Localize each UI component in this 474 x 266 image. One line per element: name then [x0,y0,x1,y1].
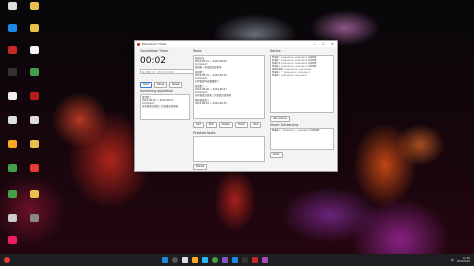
weather-icon [4,257,10,263]
tasks-list[interactable]: 會議記法 2024-08-01 ～ 2024-08-05 Comment： 會議… [193,55,265,119]
search-icon[interactable] [172,257,178,263]
desktop-icon[interactable] [24,68,44,77]
upcoming-list[interactable]: 會議第三 2024-08-20 ～ 2024-08-27 Comment： 每天… [140,94,190,120]
advice-line: 會議第三 2024-08-20～2024-08-27 [272,75,308,77]
get-advice-button[interactable]: Get Advice [270,116,290,122]
time-input[interactable]: 輸入時間（如：25m 或 1h30m） [140,69,194,74]
desktop-icon[interactable] [24,24,44,33]
start-button[interactable]: Start [140,82,153,88]
desktop-icon[interactable] [2,190,22,199]
finished-list[interactable] [193,136,265,162]
advice-pane: Advice 會議第三 2024-08-20～2024-08-27 完成時間 會… [270,49,334,158]
task-buttons: Add Edit Delete Finish Vibe [193,122,267,128]
task-view-icon[interactable] [182,257,188,263]
finish-task-button[interactable]: Finish [234,122,248,128]
edit-task-button[interactable]: Edit [205,122,217,128]
maximize-button[interactable]: ☐ [319,42,328,46]
countdown-buttons: Start Pause Reset [140,82,196,88]
language-indicator[interactable]: 中 [451,258,454,262]
add-task-button[interactable]: Add [193,122,204,128]
desktop-icon[interactable] [2,164,22,173]
edge-icon[interactable] [202,257,208,263]
taskbar-apps [160,257,270,263]
tasks-pane: Tasks 會議記法 2024-08-01 ～ 2024-08-05 Comme… [193,49,267,170]
desktop-icon[interactable] [2,68,22,77]
desktop-icon[interactable] [24,46,44,55]
file-explorer-icon[interactable] [192,257,198,263]
desktop-icon[interactable] [2,24,22,33]
vibe-button[interactable]: Vibe [249,122,262,128]
desktop-icon[interactable] [2,92,22,101]
close-button[interactable]: ✕ [328,42,337,46]
pomodoro-window: Pomodoro Timer — ☐ ✕ Countdown Timer 00:… [134,40,338,172]
start-icon[interactable] [162,257,168,263]
countdown-pane: Countdown Timer 00:02 輸入時間（如：25m 或 1h30m… [140,49,196,120]
desktop-icon[interactable] [24,2,44,11]
desktop-icon[interactable] [2,2,22,11]
delete-finished-button[interactable]: Delete [193,164,208,170]
weather-widget[interactable] [2,256,42,264]
clock-date: 2024/8/28 [456,260,470,263]
app-icon[interactable] [262,257,268,263]
window-title: Pomodoro Timer [142,42,167,46]
desktop-icon[interactable] [2,214,22,223]
smart-line: 會議第三：2024-08-20 ～ 2024-08-27 完成時間 [272,130,319,132]
desktop-icon[interactable] [24,190,44,199]
advice-text[interactable]: 會議第三 2024-08-20～2024-08-27 完成時間 會議第二 202… [270,55,334,113]
enter-button[interactable]: Enter [270,152,283,158]
window-titlebar[interactable]: Pomodoro Timer — ☐ ✕ [135,41,337,47]
countdown-label: Countdown Timer [140,49,169,53]
minimize-button[interactable]: — [310,42,319,46]
smart-scheduling-text[interactable]: 會議第三：2024-08-20 ～ 2024-08-27 完成時間 [270,128,334,150]
upcoming-label: Upcoming expiration [140,89,174,93]
vs-icon[interactable] [222,257,228,263]
desktop-icon[interactable] [2,46,22,55]
taskbar: 中 12:56 2024/8/28 [0,254,474,266]
list-item: 每天會議記錄第三次會議記錄事項 [142,105,178,108]
advice-label: Advice [270,49,281,53]
vscode-icon[interactable] [232,257,238,263]
pomodoro-app-icon[interactable] [252,257,258,263]
desktop-icon[interactable] [2,116,22,125]
chrome-icon[interactable] [212,257,218,263]
list-item[interactable]: 2024-08-25 ～ 2024-08-30 [195,102,263,105]
desktop-icon[interactable] [24,92,44,101]
delete-task-button[interactable]: Delete [218,122,233,128]
desktop-icon[interactable] [2,140,22,149]
tasks-label: Tasks [193,49,202,53]
terminal-icon[interactable] [242,257,248,263]
finished-label: Finished tasks [193,131,216,135]
desktop-icon[interactable] [24,214,44,223]
countdown-display: 00:02 [140,56,166,66]
desktop-icon[interactable] [2,236,22,245]
reset-button[interactable]: Reset [169,82,183,88]
pause-button[interactable]: Pause [154,82,168,88]
desktop-icon[interactable] [24,140,44,149]
smart-scheduling-label: Smart Scheduling [270,123,299,127]
desktop-icon[interactable] [24,164,44,173]
app-icon [137,42,140,46]
system-tray[interactable]: 中 12:56 2024/8/28 [451,257,470,263]
desktop-icon[interactable] [24,116,44,125]
